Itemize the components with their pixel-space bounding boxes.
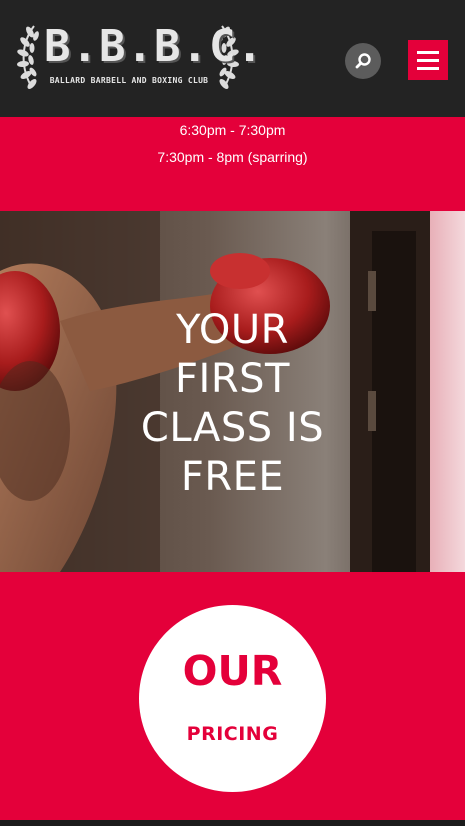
hero-banner[interactable]: YOUR FIRST CLASS IS FREE	[0, 211, 465, 572]
logo-subtitle: BALLARD BARBELL AND BOXING CLUB	[49, 76, 209, 85]
pricing-subtitle: PRICING	[186, 723, 279, 745]
site-logo[interactable]: B.B.B.C. BALLARD BARBELL AND BOXING CLUB	[16, 18, 264, 96]
search-button[interactable]	[345, 43, 381, 79]
hero-headline-line: FREE	[180, 454, 285, 500]
hero-headline: YOUR FIRST CLASS IS FREE	[0, 306, 465, 502]
pricing-section: OUR PRICING	[0, 572, 465, 820]
menu-button[interactable]	[408, 40, 448, 80]
hero-headline-line: FIRST	[175, 356, 290, 402]
hamburger-menu-icon	[417, 50, 439, 54]
schedule-time: 7:30pm - 8pm (sparring)	[157, 149, 308, 165]
search-icon	[355, 53, 371, 69]
hamburger-menu-icon	[417, 66, 439, 70]
hero-headline-line: CLASS IS	[140, 405, 325, 451]
schedule-time: 6:30pm - 7:30pm	[179, 122, 286, 138]
class-schedule: 6:30pm - 7:30pm 7:30pm - 8pm (sparring)	[0, 117, 465, 211]
site-header: B.B.B.C. BALLARD BARBELL AND BOXING CLUB	[0, 0, 465, 117]
hamburger-menu-icon	[417, 58, 439, 62]
logo-letters: B.B.B.C.	[44, 21, 264, 72]
pricing-title: OUR	[182, 647, 283, 695]
pricing-button[interactable]: OUR PRICING	[139, 605, 326, 792]
hero-headline-line: YOUR	[176, 307, 289, 353]
next-section-edge	[0, 820, 465, 826]
